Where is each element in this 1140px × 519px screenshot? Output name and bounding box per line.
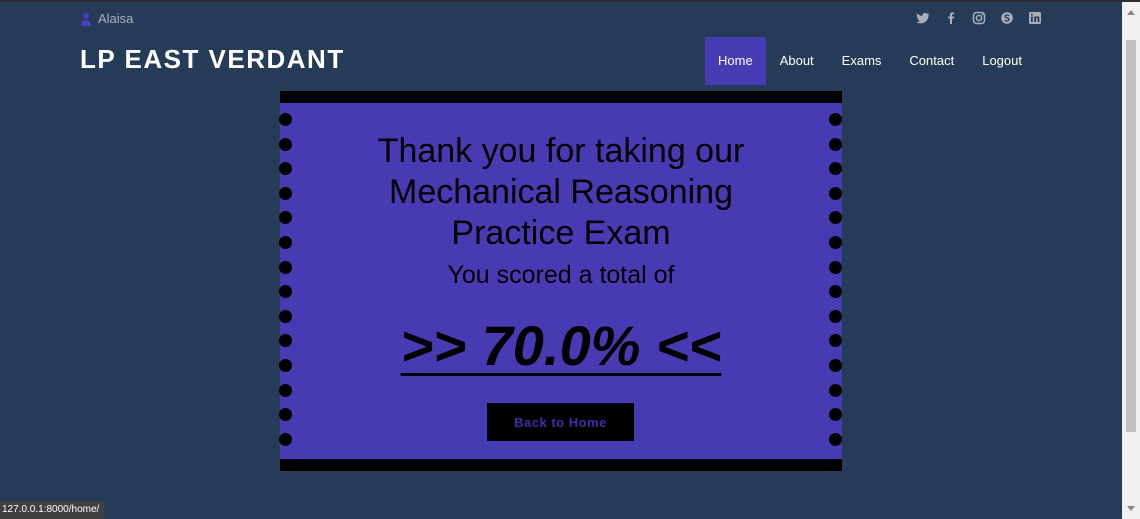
perforation-dot [829, 383, 842, 397]
status-bar-url: 127.0.0.1:8000/home/ [0, 501, 105, 519]
perforation-dot [279, 383, 292, 397]
back-to-home-button[interactable]: Back to Home [487, 403, 634, 441]
social-links [916, 11, 1056, 25]
perforation-dot [829, 113, 842, 126]
perforation-dot [829, 432, 842, 446]
result-card: Thank you for taking our Mechanical Reas… [279, 91, 842, 471]
vertical-scrollbar[interactable] [1122, 2, 1140, 519]
score-value: >> 70.0% << [400, 314, 722, 377]
perforation-dot [829, 408, 842, 422]
nav-logout[interactable]: Logout [968, 37, 1036, 85]
scroll-thumb[interactable] [1126, 40, 1136, 432]
linkedin-icon[interactable] [1028, 11, 1042, 25]
facebook-icon[interactable] [944, 11, 958, 25]
nav-home[interactable]: Home [705, 37, 766, 85]
nav-contact[interactable]: Contact [895, 37, 968, 85]
result-message: Thank you for taking our Mechanical Reas… [377, 132, 745, 252]
user-info: Alaisa [80, 11, 133, 26]
scroll-up-arrow-icon[interactable] [1127, 10, 1135, 15]
perforation-dot [279, 408, 292, 422]
nav-exams[interactable]: Exams [828, 37, 896, 85]
window-top-edge [0, 0, 1140, 2]
scroll-down-arrow-icon[interactable] [1127, 506, 1135, 511]
perforation-dot [279, 113, 292, 126]
perforation-dot [279, 432, 292, 446]
score-caption: You scored a total of [447, 261, 675, 289]
main-nav: Home About Exams Contact Logout [705, 37, 1036, 85]
nav-about[interactable]: About [766, 37, 828, 85]
site-brand[interactable]: LP EAST VERDANT [80, 44, 345, 75]
skype-icon[interactable] [1000, 11, 1014, 25]
user-name: Alaisa [98, 11, 134, 26]
instagram-icon[interactable] [972, 11, 986, 25]
twitter-icon[interactable] [916, 11, 930, 25]
user-icon [81, 12, 91, 26]
